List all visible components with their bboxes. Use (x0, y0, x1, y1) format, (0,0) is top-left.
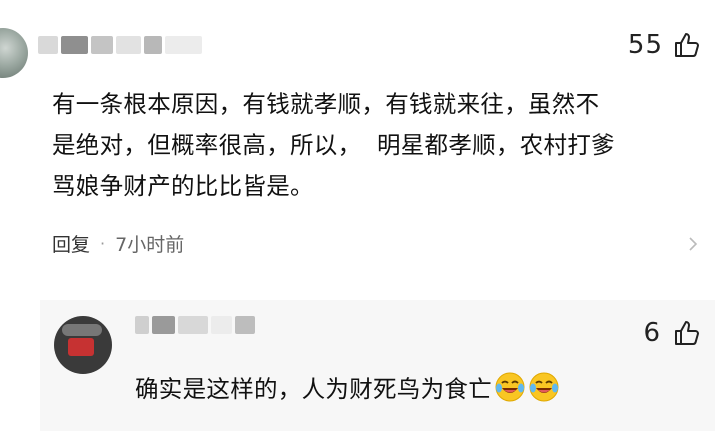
username-redacted[interactable] (38, 34, 202, 56)
chevron-right-icon[interactable] (685, 236, 701, 252)
thumbs-up-icon[interactable] (673, 319, 701, 347)
comment-meta: 回复 · 7小时前 (52, 230, 184, 257)
laughing-crying-emoji-icon (495, 372, 525, 402)
comment-text: 有一条根本原因，有钱就孝顺，有钱就来往，虽然不 是绝对，但概率很高，所以， 明星… (52, 90, 615, 200)
reply-button[interactable]: 回复 (52, 230, 90, 257)
like-count: 55 (627, 30, 663, 60)
reply-avatar[interactable] (54, 316, 112, 374)
reply-like-count: 6 (643, 318, 661, 348)
avatar[interactable] (0, 28, 28, 78)
reply-username-redacted[interactable] (135, 316, 255, 338)
reply-text: 确实是这样的，人为财死鸟为食亡 (135, 375, 492, 403)
reply-like-control[interactable]: 6 (643, 318, 701, 348)
meta-separator: · (100, 234, 106, 253)
like-control[interactable]: 55 (628, 30, 701, 60)
reply-comment: 确实是这样的，人为财死鸟为食亡 (135, 370, 560, 404)
laughing-crying-emoji-icon (529, 372, 559, 402)
timestamp: 7小时前 (115, 234, 185, 256)
thumbs-up-icon[interactable] (673, 31, 701, 59)
